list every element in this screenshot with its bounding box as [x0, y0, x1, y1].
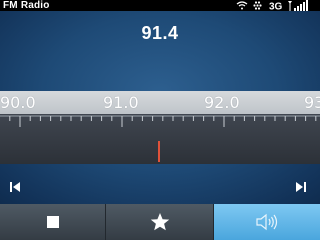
- tuning-needle: [158, 141, 160, 162]
- status-bar: FM Radio 3G: [0, 0, 320, 11]
- status-icons: 3G: [236, 0, 318, 11]
- skip-previous-icon: [10, 182, 20, 192]
- current-frequency: 91.4: [141, 23, 179, 43]
- stop-icon: [46, 216, 59, 228]
- scale-label: 93: [304, 93, 320, 112]
- bottom-toolbar: [0, 204, 320, 240]
- scale-label: 92.0: [204, 93, 240, 112]
- seek-forward-button[interactable]: [294, 180, 308, 194]
- speaker-icon: [256, 213, 278, 231]
- scale-label: 91.0: [103, 93, 139, 112]
- speaker-button[interactable]: [214, 204, 320, 240]
- network-type: 3G: [269, 2, 283, 12]
- signal-icon: [288, 0, 308, 11]
- blackberry-icon: [253, 1, 262, 10]
- wifi-icon: [236, 1, 248, 10]
- favorite-star-icon: [150, 213, 169, 231]
- skip-next-icon: [296, 182, 306, 192]
- scale-label: 90.0: [0, 93, 36, 112]
- seek-back-button[interactable]: [8, 180, 22, 194]
- frequency-tuner-dial[interactable]: 90.0 91.0 92.0 93: [0, 91, 320, 164]
- tuner-ruler: [0, 114, 320, 164]
- favorite-button[interactable]: [106, 204, 214, 240]
- radio-main-panel: 91.4 90.0 91.0 92.0 93: [0, 11, 320, 204]
- scale-band: 90.0 91.0 92.0 93: [0, 91, 320, 114]
- app-title: FM Radio: [3, 0, 50, 11]
- stop-button[interactable]: [0, 204, 106, 240]
